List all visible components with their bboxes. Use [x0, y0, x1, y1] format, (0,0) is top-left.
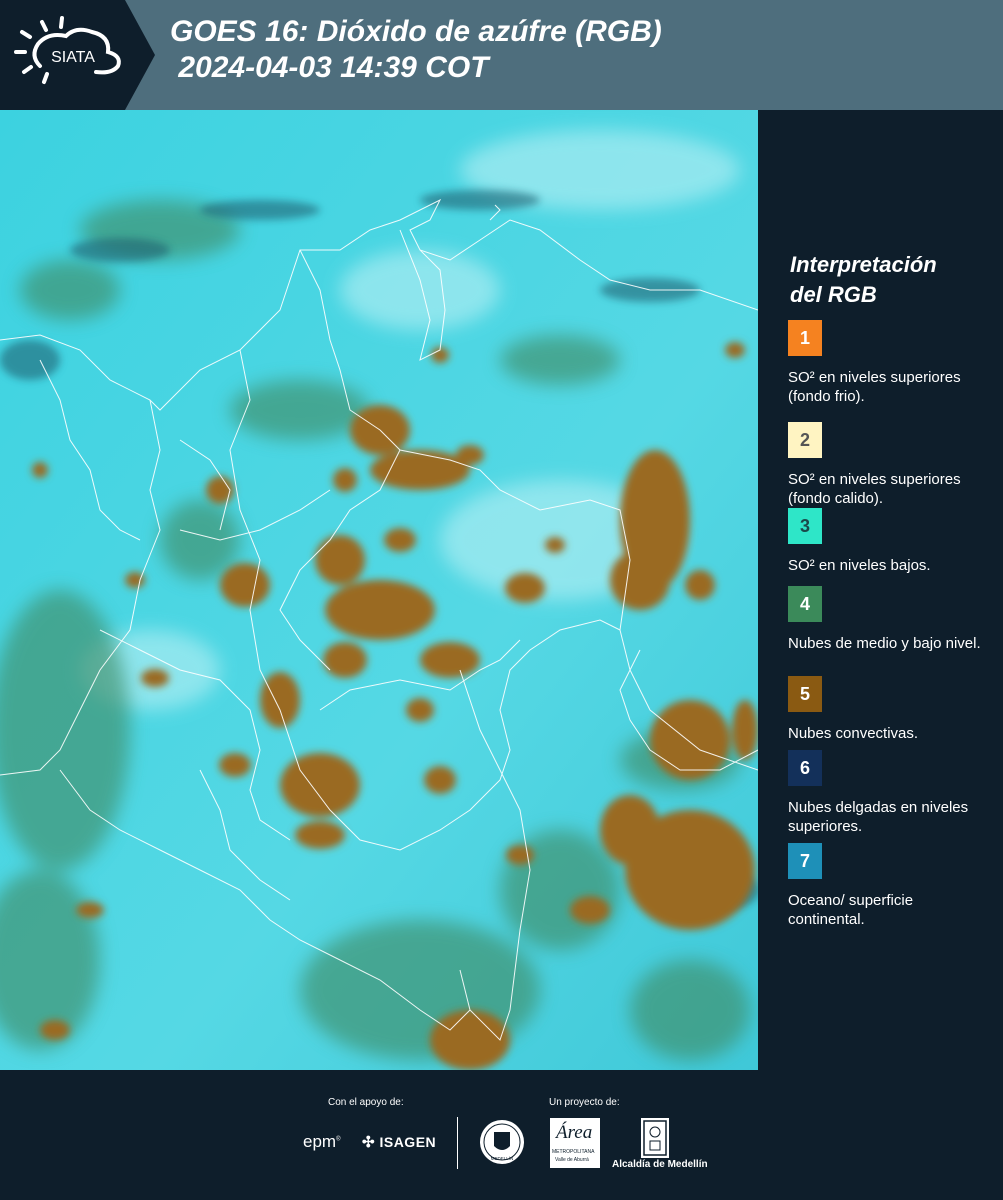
page-title: GOES 16: Dióxido de azúfre (RGB) 2024-04…: [170, 14, 662, 86]
isagen-mark-icon: ✣: [362, 1134, 376, 1151]
legend-panel: Interpretación del RGB 1 SO² en niveles s…: [758, 110, 1003, 1070]
svg-text:MEDELLÍN: MEDELLÍN: [491, 1155, 514, 1161]
project-label: Un proyecto de:: [549, 1097, 620, 1108]
legend-text: SO² en niveles superiores (fondo calido)…: [788, 471, 961, 507]
legend-item: 7 Oceano/ superficie continental.: [788, 843, 993, 929]
isagen-logo: ✣ ISAGEN: [362, 1134, 437, 1151]
legend-item: 5 Nubes convectivas.: [788, 676, 993, 743]
legend-text: SO² en niveles superiores (fondo frio).: [788, 369, 961, 405]
legend-swatch: 5: [788, 676, 822, 712]
title-line-2: 2024-04-03 14:39 COT: [170, 51, 489, 84]
legend-swatch: 6: [788, 750, 822, 786]
support-label: Con el apoyo de:: [328, 1097, 404, 1108]
alcaldia-shield-icon: [641, 1118, 669, 1158]
area-metropolitana-logo: Área METROPOLITANA Valle de Aburrá: [550, 1118, 600, 1168]
siata-logo: SIATA: [0, 0, 155, 110]
epm-logo: epm®: [303, 1132, 341, 1151]
legend-swatch: 3: [788, 508, 822, 544]
footer: Con el apoyo de: Un proyecto de: epm® ✣ …: [0, 1070, 1003, 1200]
legend-swatch: 4: [788, 586, 822, 622]
legend-text: Oceano/ superficie continental.: [788, 892, 914, 928]
legend-text: Nubes de medio y bajo nivel.: [788, 635, 981, 652]
medellin-seal-icon: MEDELLÍN: [478, 1118, 526, 1171]
logo-text: SIATA: [51, 49, 95, 66]
legend-item: 6 Nubes delgadas en niveles superiores.: [788, 750, 993, 836]
header-bar: SIATA GOES 16: Dióxido de azúfre (RGB) 2…: [0, 0, 1003, 110]
legend-swatch: 7: [788, 843, 822, 879]
legend-text: Nubes delgadas en niveles superiores.: [788, 799, 969, 835]
legend-item: 1 SO² en niveles superiores (fondo frio).: [788, 320, 993, 406]
title-line-1: GOES 16: Dióxido de azúfre (RGB): [170, 15, 662, 48]
legend-text: SO² en niveles bajos.: [788, 557, 931, 574]
footer-divider: [457, 1117, 458, 1169]
satellite-image: [0, 110, 758, 1070]
legend-title-line-1: Interpretación: [790, 252, 937, 277]
legend-item: 4 Nubes de medio y bajo nivel.: [788, 586, 993, 653]
legend-item: 3 SO² en niveles bajos.: [788, 508, 993, 575]
legend-item: 2 SO² en niveles superiores (fondo calido…: [788, 422, 993, 508]
legend-title: Interpretación del RGB: [790, 250, 937, 310]
legend-swatch: 1: [788, 320, 822, 356]
satellite-map[interactable]: [0, 110, 758, 1070]
legend-text: Nubes convectivas.: [788, 725, 919, 742]
legend-swatch: 2: [788, 422, 822, 458]
legend-title-line-2: del RGB: [790, 282, 877, 307]
alcaldia-label: Alcaldía de Medellín: [612, 1159, 708, 1170]
